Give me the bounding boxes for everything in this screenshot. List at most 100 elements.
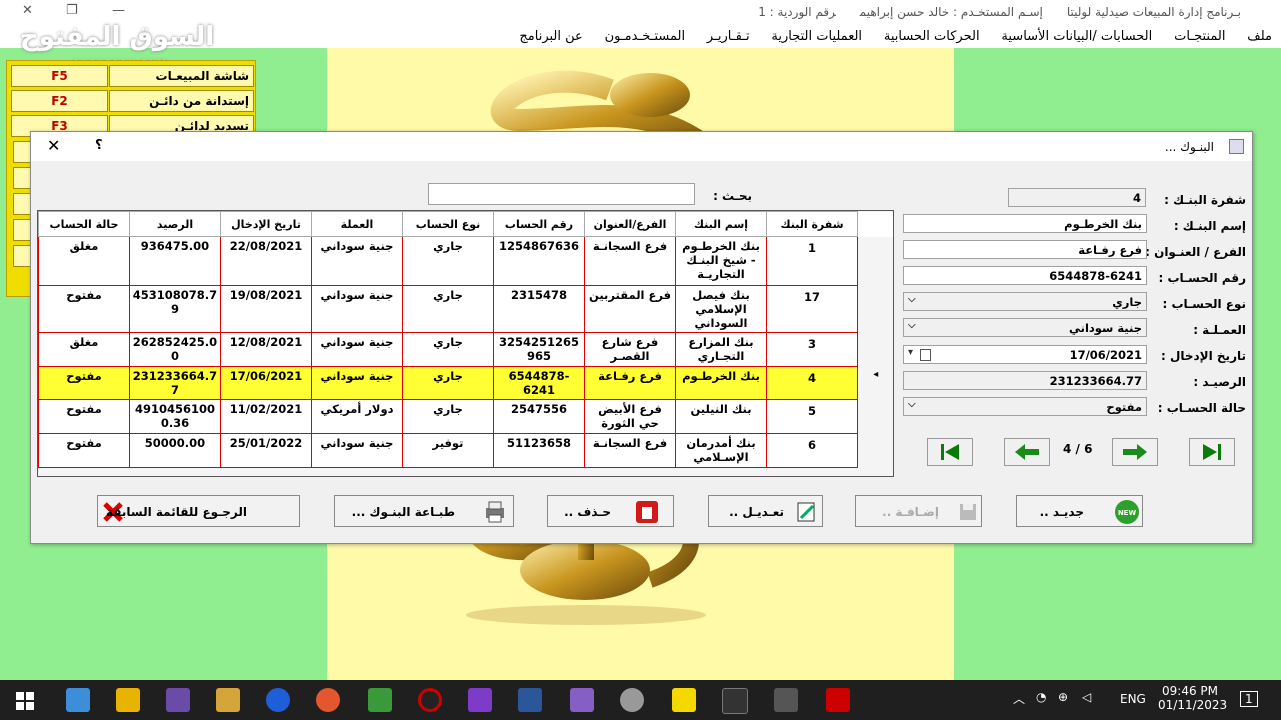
table-cell[interactable]: فرع السجانـة <box>584 236 676 286</box>
edit-button[interactable]: تعـديـل .. <box>708 495 823 527</box>
column-header[interactable]: تاريخ الإدخال <box>220 211 312 237</box>
table-cell[interactable]: 6 <box>766 433 858 468</box>
file-explorer-icon[interactable] <box>116 688 140 712</box>
table-cell[interactable]: فرع رفـاعة <box>584 366 676 400</box>
table-cell[interactable]: دولار أمريكي <box>311 399 403 434</box>
chevron-down-icon[interactable]: ⌵ <box>908 320 916 331</box>
table-cell[interactable]: فرع الأبيض حي الثورة <box>584 399 676 434</box>
table-cell[interactable]: 11/02/2021 <box>220 399 312 434</box>
volume-icon[interactable]: ◁ <box>1082 690 1091 704</box>
menu-transactions[interactable]: الحركات الحسابية <box>875 26 989 47</box>
table-row[interactable]: 17 بنك فيصل الإسلامي السوداني فرع المقتربي… <box>38 285 893 333</box>
vs-code-icon[interactable] <box>570 688 594 712</box>
bank-account-field[interactable]: 6544878-6241 <box>903 266 1147 285</box>
account-type-select[interactable]: جاري ⌵ <box>903 292 1147 311</box>
last-record-button[interactable] <box>1189 438 1235 466</box>
table-row[interactable]: ◂ 4 بنك الخرطـوم فرع رفـاعة 6544878-6241 جاري… <box>38 366 893 400</box>
first-record-button[interactable] <box>927 438 973 466</box>
calculator-icon[interactable] <box>774 688 798 712</box>
column-header[interactable]: العملة <box>311 211 403 237</box>
new-button[interactable]: NEW جديـد .. <box>1016 495 1143 527</box>
table-cell[interactable]: 936475.00 <box>129 236 221 286</box>
shortcut-borrow-label[interactable]: إستدانة من دائـن <box>109 90 254 112</box>
table-cell[interactable]: مفتوح <box>38 285 130 333</box>
table-cell[interactable]: مغلق <box>38 332 130 367</box>
table-cell[interactable]: جنية سوداني <box>311 285 403 333</box>
table-row[interactable]: 6 بنك أمدرمان الإسـلامي فرع السجانـة 511236… <box>38 433 893 468</box>
column-header[interactable]: إسم البنك <box>675 211 767 237</box>
column-header[interactable]: نوع الحساب <box>402 211 494 237</box>
row-indicator[interactable]: ◂ <box>857 366 893 400</box>
table-cell[interactable]: بنك النيلين <box>675 399 767 434</box>
table-row[interactable]: 3 بنك المزارع التجـاري فرع شارع القصـر 3254… <box>38 332 893 367</box>
search-input[interactable] <box>428 183 695 205</box>
table-cell[interactable]: جنية سوداني <box>311 366 403 400</box>
table-cell[interactable]: 3 <box>766 332 858 367</box>
table-cell[interactable]: فرع السجانـة <box>584 433 676 468</box>
row-indicator[interactable] <box>857 236 893 286</box>
table-cell[interactable]: جاري <box>402 332 494 367</box>
table-cell[interactable]: 1 <box>766 236 858 286</box>
table-cell[interactable]: بنك المزارع التجـاري <box>675 332 767 367</box>
chevron-up-icon[interactable]: ︿ <box>1013 690 1025 707</box>
table-cell[interactable]: 50000.00 <box>129 433 221 468</box>
entry-date-picker[interactable]: 17/06/2021 ▾ <box>903 345 1147 364</box>
chevron-down-icon[interactable]: ⌵ <box>908 294 916 305</box>
table-cell[interactable]: جنية سوداني <box>311 236 403 286</box>
table-cell[interactable]: 19/08/2021 <box>220 285 312 333</box>
bank-code-field[interactable]: 4 <box>1008 188 1146 207</box>
menu-accounts[interactable]: الحسابات /البيانات الأساسية <box>992 26 1161 47</box>
bank-name-field[interactable]: بنك الخرطـوم <box>903 214 1147 233</box>
language-indicator[interactable]: ENG <box>1120 692 1146 706</box>
network-icon[interactable]: ◔ <box>1036 690 1046 704</box>
row-indicator[interactable] <box>857 285 893 333</box>
table-cell[interactable]: 22/08/2021 <box>220 236 312 286</box>
sticky-notes-icon[interactable] <box>672 688 696 712</box>
pharmacy-app-icon[interactable] <box>368 688 392 712</box>
visual-studio-icon[interactable] <box>468 688 492 712</box>
previous-record-button[interactable] <box>1004 438 1050 466</box>
next-record-button[interactable] <box>1112 438 1158 466</box>
disk-icon[interactable] <box>620 688 644 712</box>
table-cell[interactable]: 2315478 <box>493 285 585 333</box>
chevron-down-icon[interactable]: ⌵ <box>908 399 916 410</box>
column-header[interactable]: رقم الحساب <box>493 211 585 237</box>
table-cell[interactable]: بنك أمدرمان الإسـلامي <box>675 433 767 468</box>
table-cell[interactable]: مفتوح <box>38 366 130 400</box>
table-cell[interactable]: 51123658 <box>493 433 585 468</box>
table-cell[interactable]: 12/08/2021 <box>220 332 312 367</box>
windows-start-icon[interactable] <box>16 692 34 710</box>
chevron-down-icon[interactable]: ▾ <box>908 347 913 358</box>
app-icon[interactable] <box>826 688 850 712</box>
table-cell[interactable]: مغلق <box>38 236 130 286</box>
minimize-icon[interactable]: — <box>112 3 125 18</box>
table-cell[interactable]: 231233664.77 <box>129 366 221 400</box>
column-header[interactable]: حالة الحساب <box>38 211 130 237</box>
column-header[interactable]: الرصيد <box>129 211 221 237</box>
menu-users[interactable]: المستـخـدمـون <box>596 26 694 47</box>
close-icon[interactable]: ✕ <box>22 3 33 18</box>
menu-file[interactable]: ملف <box>1238 26 1281 47</box>
table-cell[interactable]: جنية سوداني <box>311 433 403 468</box>
table-cell[interactable]: جاري <box>402 366 494 400</box>
visual-studio-icon[interactable] <box>166 688 190 712</box>
table-cell[interactable]: 1254867636 <box>493 236 585 286</box>
delete-button[interactable]: حـذف .. <box>547 495 674 527</box>
table-cell[interactable]: 6544878-6241 <box>493 366 585 400</box>
app-d-icon[interactable] <box>266 688 290 712</box>
table-cell[interactable]: فرع شارع القصـر <box>584 332 676 367</box>
table-cell[interactable]: 5 <box>766 399 858 434</box>
close-icon[interactable]: ✕ <box>47 136 60 155</box>
table-row[interactable]: 5 بنك النيلين فرع الأبيض حي الثورة 2547556 ج… <box>38 399 893 434</box>
table-cell[interactable]: 49104561000.36 <box>129 399 221 434</box>
table-cell[interactable]: بنك فيصل الإسلامي السوداني <box>675 285 767 333</box>
help-icon[interactable]: ؟ <box>95 138 103 153</box>
table-cell[interactable]: جاري <box>402 236 494 286</box>
menu-about[interactable]: عن البرنامج <box>510 26 591 47</box>
table-cell[interactable]: جنية سوداني <box>311 332 403 367</box>
account-status-select[interactable]: مفتوح ⌵ <box>903 397 1147 416</box>
menu-operations[interactable]: العمليات التجارية <box>762 26 871 47</box>
table-cell[interactable]: بنك الخرطـوم <box>675 366 767 400</box>
table-cell[interactable]: 3254251265965 <box>493 332 585 367</box>
currency-select[interactable]: جنية سوداني ⌵ <box>903 318 1147 337</box>
